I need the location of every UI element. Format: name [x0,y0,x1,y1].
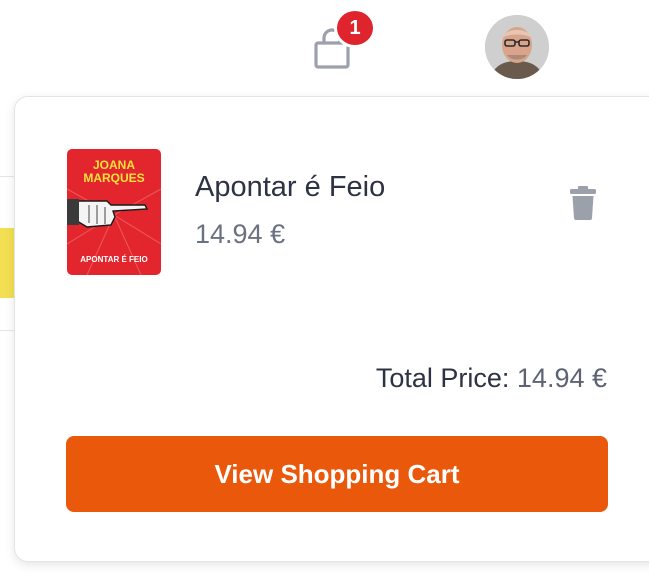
background-divider [0,176,14,177]
total-price: Total Price: 14.94 € [376,363,607,394]
background-divider [0,330,14,331]
book-cover-image[interactable]: JOANA MARQUES APONTAR É FEIO [67,149,161,275]
cart-button[interactable]: 1 [306,8,376,76]
background-highlight [0,228,14,298]
cart-item: JOANA MARQUES APONTAR É FEIO Apontar é F… [67,149,607,275]
cart-count-badge: 1 [334,8,376,48]
total-price-value: 14.94 € [516,363,607,393]
remove-item-button[interactable] [567,185,599,225]
total-price-label: Total Price: [375,363,510,393]
cover-author-line2: MARQUES [83,171,144,185]
page: 1 JOANA MARQUES APONTAR É FEIO Apontar é… [0,0,649,578]
trash-icon [569,185,597,226]
cover-title: APONTAR É FEIO [80,255,147,264]
cover-author-line1: JOANA [93,158,135,172]
cart-item-title[interactable]: Apontar é Feio [195,171,385,204]
user-avatar[interactable] [485,15,549,79]
cart-dropdown: JOANA MARQUES APONTAR É FEIO Apontar é F… [14,96,649,562]
avatar-image [485,15,549,79]
cart-item-price: 14.94 € [195,219,286,249]
view-shopping-cart-button[interactable]: View Shopping Cart [66,436,608,512]
